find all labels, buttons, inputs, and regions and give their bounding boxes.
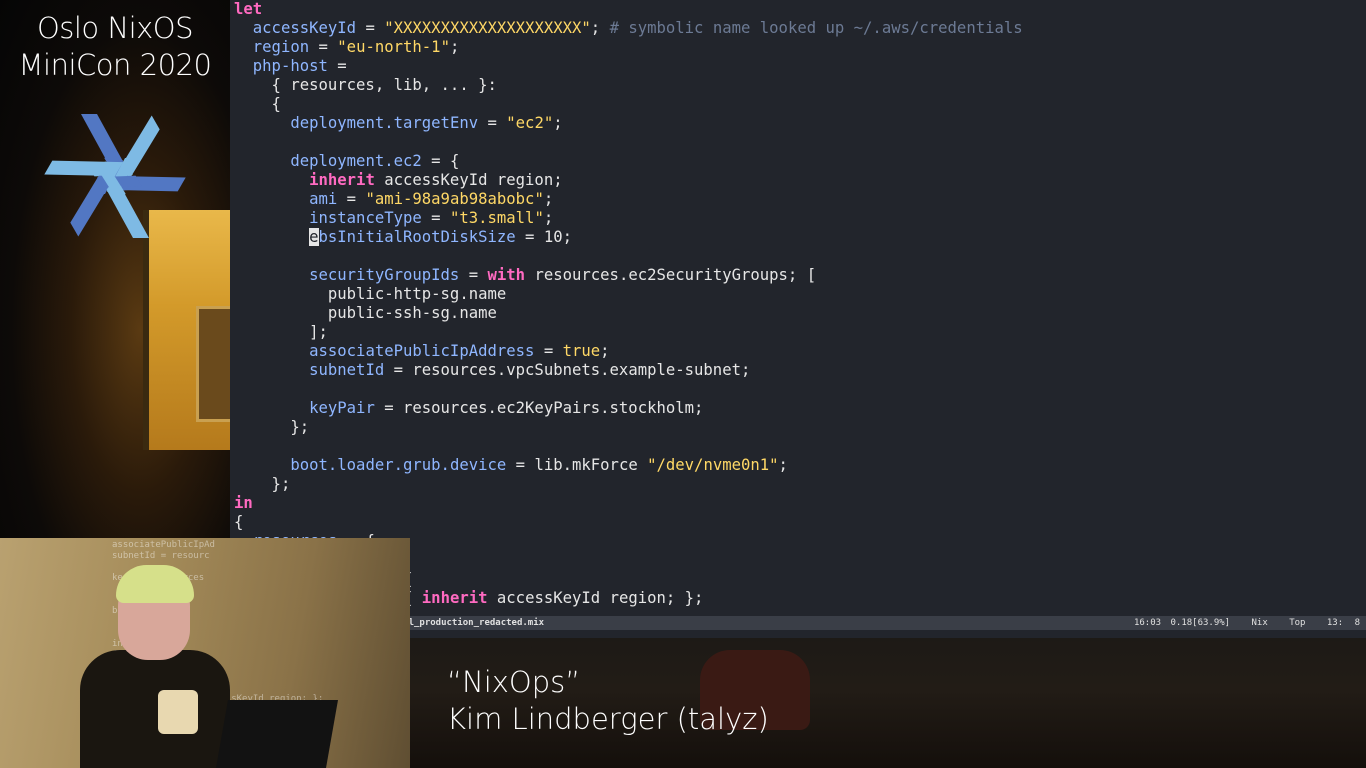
modeline-time: 16:03 — [1133, 618, 1162, 628]
code-line[interactable]: deployment.targetEnv = "ec2"; — [234, 114, 1023, 133]
code-line[interactable]: ]; — [234, 323, 1023, 342]
code-line[interactable]: }; — [234, 418, 1023, 437]
speaker-hair — [116, 565, 194, 603]
modeline-column: 8 — [1354, 618, 1360, 628]
conference-panel: Oslo NixOS MiniCon 2020 — [0, 0, 230, 538]
code-line[interactable] — [234, 437, 1023, 456]
conference-title-line1: Oslo NixOS — [36, 11, 194, 45]
nixos-snowflake-lambdas — [44, 114, 186, 238]
code-line[interactable] — [234, 247, 1023, 266]
speaker-body — [80, 650, 230, 768]
text-cursor: e — [309, 228, 319, 246]
conference-title: Oslo NixOS MiniCon 2020 — [0, 10, 230, 84]
code-line[interactable]: subnetId = resources.vpcSubnets.example-… — [234, 361, 1023, 380]
code-line[interactable] — [234, 133, 1023, 152]
code-line[interactable]: ami = "ami-98a9ab98abobc"; — [234, 190, 1023, 209]
code-line[interactable]: inherit accessKeyId region; — [234, 171, 1023, 190]
code-line[interactable]: boot.loader.grub.device = lib.mkForce "/… — [234, 456, 1023, 475]
code-line[interactable]: deployment.ec2 = { — [234, 152, 1023, 171]
code-line[interactable]: { — [234, 513, 1023, 532]
speaker-badge — [158, 690, 198, 734]
code-line[interactable]: { resources, lib, ... }: — [234, 76, 1023, 95]
speaker-laptop — [216, 700, 338, 768]
code-line[interactable]: keyPair = resources.ec2KeyPairs.stockhol… — [234, 399, 1023, 418]
code-line[interactable]: let — [234, 0, 1023, 19]
talk-speaker: Kim Lindberger (talyz) — [447, 702, 769, 736]
nixos-snowflake-icon — [44, 114, 186, 238]
code-line[interactable]: }; — [234, 475, 1023, 494]
talk-title: “NixOps” — [447, 665, 581, 699]
modeline-load: 0.18[63.9%] — [1170, 618, 1231, 628]
code-line[interactable]: public-ssh-sg.name — [234, 304, 1023, 323]
code-line[interactable]: php-host = — [234, 57, 1023, 76]
code-line[interactable]: securityGroupIds = with resources.ec2Sec… — [234, 266, 1023, 285]
code-buffer[interactable]: let accessKeyId = "XXXXXXXXXXXXXXXXXXXX"… — [234, 0, 1023, 627]
code-line[interactable]: instanceType = "t3.small"; — [234, 209, 1023, 228]
code-line[interactable]: public-http-sg.name — [234, 285, 1023, 304]
code-line[interactable] — [234, 380, 1023, 399]
code-line[interactable]: ebsInitialRootDiskSize = 10; — [234, 228, 1023, 247]
code-line[interactable]: accessKeyId = "XXXXXXXXXXXXXXXXXXXX"; # … — [234, 19, 1023, 38]
code-line[interactable]: region = "eu-north-1"; — [234, 38, 1023, 57]
modeline-right: 16:03 0.18[63.9%] Nix Top 13: 8 — [1118, 616, 1360, 630]
code-line[interactable]: associatePublicIpAddress = true; — [234, 342, 1023, 361]
modeline-line: 13: — [1326, 618, 1344, 628]
modeline-position: Top — [1289, 618, 1306, 628]
modeline-mode: Nix — [1251, 618, 1268, 628]
conference-title-line2: MiniCon 2020 — [18, 48, 212, 82]
background-frame — [196, 306, 230, 422]
code-line[interactable]: { — [234, 95, 1023, 114]
code-line[interactable]: in — [234, 494, 1023, 513]
